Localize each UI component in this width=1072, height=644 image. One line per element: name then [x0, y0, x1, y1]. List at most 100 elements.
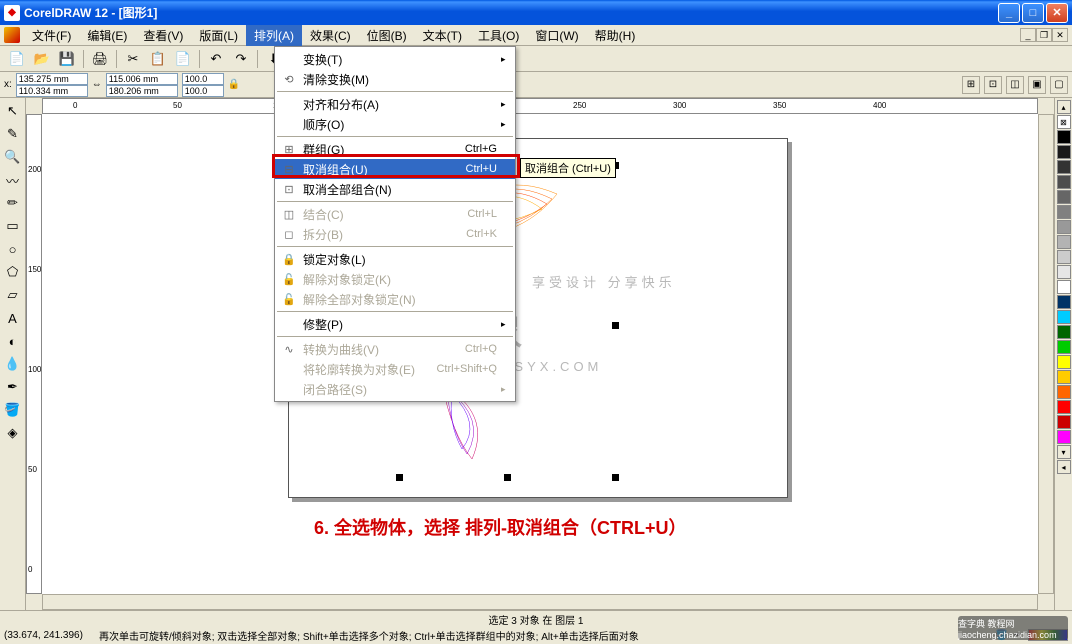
- tooltip: 取消组合 (Ctrl+U): [520, 158, 616, 178]
- toback-button[interactable]: ▢: [1050, 76, 1068, 94]
- scale-x-input[interactable]: [182, 73, 224, 85]
- menu-lock-object[interactable]: 🔒锁定对象(L): [275, 249, 515, 269]
- copy-button[interactable]: 📋: [147, 48, 169, 70]
- color-swatch[interactable]: [1057, 220, 1071, 234]
- lock-ratio-icon[interactable]: 🔒: [228, 79, 240, 90]
- color-swatch[interactable]: [1057, 400, 1071, 414]
- menu-file[interactable]: 文件(F): [24, 25, 79, 46]
- selection-handle[interactable]: [396, 474, 403, 481]
- fill-tool[interactable]: 🪣: [2, 399, 24, 421]
- ruler-tick: 250: [573, 101, 586, 110]
- canvas-viewport[interactable]: ✕ 享受设计 分享快乐 彩色印象 WWW.AHXSYX.COM 6. 全选物体，…: [42, 114, 1038, 594]
- scale-y-input[interactable]: [182, 85, 224, 97]
- color-swatch[interactable]: [1057, 295, 1071, 309]
- palette-down-button[interactable]: ▾: [1057, 445, 1071, 459]
- print-button[interactable]: 🖨: [89, 48, 111, 70]
- menu-bitmap[interactable]: 位图(B): [359, 25, 415, 46]
- menu-help[interactable]: 帮助(H): [587, 25, 644, 46]
- ungroup-button[interactable]: ⊞: [962, 76, 980, 94]
- color-swatch[interactable]: [1057, 130, 1071, 144]
- shape-tool[interactable]: ✎: [2, 123, 24, 145]
- color-swatch[interactable]: [1057, 340, 1071, 354]
- menu-shaping[interactable]: 修整(P)▸: [275, 314, 515, 334]
- color-swatch[interactable]: [1057, 280, 1071, 294]
- align-button[interactable]: ◫: [1006, 76, 1024, 94]
- save-button[interactable]: 💾: [56, 48, 78, 70]
- selection-handle[interactable]: [612, 322, 619, 329]
- menu-transform[interactable]: 变换(T)▸: [275, 49, 515, 69]
- zoom-tool[interactable]: 🔍: [2, 146, 24, 168]
- mdi-restore[interactable]: ❐: [1036, 28, 1052, 42]
- mdi-minimize[interactable]: _: [1020, 28, 1036, 42]
- undo-button[interactable]: ↶: [205, 48, 227, 70]
- menu-ungroup[interactable]: ⊟取消组合(U)Ctrl+U: [275, 159, 515, 179]
- smartdraw-tool[interactable]: ✏: [2, 192, 24, 214]
- color-swatch[interactable]: [1057, 310, 1071, 324]
- ruler-tick: 50: [173, 101, 182, 110]
- selection-handle[interactable]: [504, 474, 511, 481]
- menu-ungroup-all[interactable]: ⊡取消全部组合(N): [275, 179, 515, 199]
- horizontal-scrollbar[interactable]: [42, 594, 1038, 610]
- vertical-scrollbar[interactable]: [1038, 114, 1054, 594]
- horizontal-ruler[interactable]: 0 50 100 150 200 250 300 350 400: [42, 98, 1038, 114]
- mdi-close[interactable]: ✕: [1052, 28, 1068, 42]
- color-swatch[interactable]: [1057, 190, 1071, 204]
- outline-tool[interactable]: ✒: [2, 376, 24, 398]
- color-swatch[interactable]: [1057, 415, 1071, 429]
- ungroupall-button[interactable]: ⊡: [984, 76, 1002, 94]
- menu-align-distribute[interactable]: 对齐和分布(A)▸: [275, 94, 515, 114]
- minimize-button[interactable]: _: [998, 3, 1020, 23]
- color-swatch[interactable]: [1057, 355, 1071, 369]
- color-swatch[interactable]: [1057, 160, 1071, 174]
- basicshape-tool[interactable]: ▱: [2, 284, 24, 306]
- color-swatch[interactable]: [1057, 430, 1071, 444]
- color-swatch[interactable]: [1057, 250, 1071, 264]
- freehand-tool[interactable]: 〰: [2, 169, 24, 191]
- color-swatch[interactable]: [1057, 325, 1071, 339]
- color-swatch[interactable]: [1057, 205, 1071, 219]
- color-swatch[interactable]: [1057, 175, 1071, 189]
- close-button[interactable]: ✕: [1046, 3, 1068, 23]
- redo-button[interactable]: ↷: [230, 48, 252, 70]
- menu-effects[interactable]: 效果(C): [302, 25, 359, 46]
- open-button[interactable]: 📂: [31, 48, 53, 70]
- menu-tools[interactable]: 工具(O): [470, 25, 527, 46]
- new-button[interactable]: 📄: [6, 48, 28, 70]
- color-swatch[interactable]: [1057, 145, 1071, 159]
- height-input[interactable]: [106, 85, 178, 97]
- menu-view[interactable]: 查看(V): [135, 25, 191, 46]
- ruler-tick: 50: [28, 465, 37, 474]
- palette-flyout-button[interactable]: ◂: [1057, 460, 1071, 474]
- menu-edit[interactable]: 编辑(E): [79, 25, 135, 46]
- color-swatch[interactable]: [1057, 235, 1071, 249]
- maximize-button[interactable]: □: [1022, 3, 1044, 23]
- color-swatch[interactable]: [1057, 370, 1071, 384]
- menu-group[interactable]: ⊞群组(G)Ctrl+G: [275, 139, 515, 159]
- text-tool[interactable]: A: [2, 307, 24, 329]
- menu-window[interactable]: 窗口(W): [527, 25, 586, 46]
- palette-up-button[interactable]: ▴: [1057, 100, 1071, 114]
- vertical-ruler[interactable]: 200 150 100 50 0: [26, 114, 42, 594]
- interactive-fill-tool[interactable]: ◈: [2, 422, 24, 444]
- tofront-button[interactable]: ▣: [1028, 76, 1046, 94]
- color-swatch[interactable]: [1057, 265, 1071, 279]
- menu-text[interactable]: 文本(T): [415, 25, 470, 46]
- polygon-tool[interactable]: ⬠: [2, 261, 24, 283]
- pick-tool[interactable]: ↖: [2, 100, 24, 122]
- y-coord-input[interactable]: [16, 85, 88, 97]
- ellipse-tool[interactable]: ○: [2, 238, 24, 260]
- eyedropper-tool[interactable]: 💧: [2, 353, 24, 375]
- menu-clear-transform[interactable]: ⟲清除变换(M): [275, 69, 515, 89]
- paste-button[interactable]: 📄: [172, 48, 194, 70]
- color-swatch[interactable]: [1057, 385, 1071, 399]
- selection-handle[interactable]: [612, 474, 619, 481]
- blend-tool[interactable]: ◐: [2, 330, 24, 352]
- menu-arrange[interactable]: 排列(A): [246, 25, 302, 46]
- x-coord-input[interactable]: [16, 73, 88, 85]
- menu-order[interactable]: 顺序(O)▸: [275, 114, 515, 134]
- cut-button[interactable]: ✂: [122, 48, 144, 70]
- menu-layout[interactable]: 版面(L): [191, 25, 246, 46]
- width-input[interactable]: [106, 73, 178, 85]
- rectangle-tool[interactable]: ▭: [2, 215, 24, 237]
- no-color-swatch[interactable]: ⊠: [1057, 115, 1071, 129]
